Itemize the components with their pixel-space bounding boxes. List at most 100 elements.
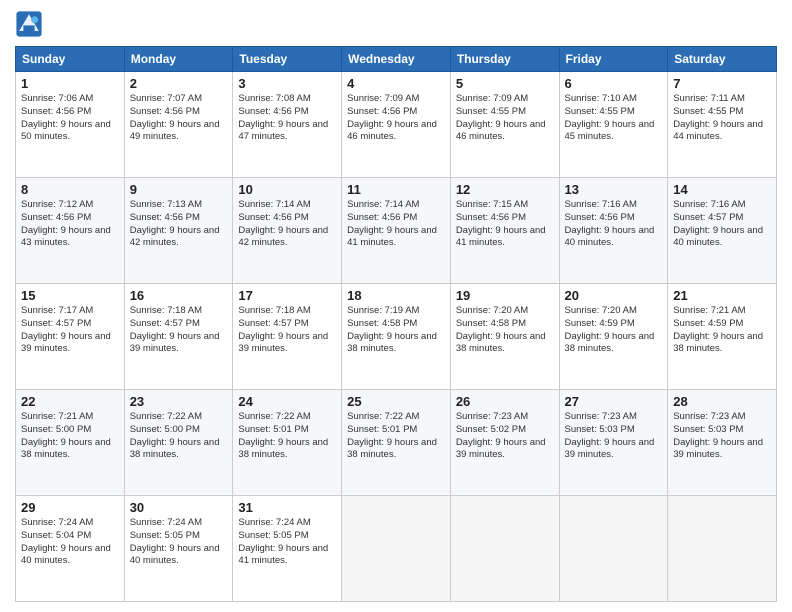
header [15,10,777,38]
calendar-cell: 12 Sunrise: 7:15 AM Sunset: 4:56 PM Dayl… [450,178,559,284]
day-number: 31 [238,500,336,515]
cell-info: Sunrise: 7:21 AM Sunset: 4:59 PM Dayligh… [673,305,771,356]
calendar-cell: 10 Sunrise: 7:14 AM Sunset: 4:56 PM Dayl… [233,178,342,284]
day-number: 21 [673,288,771,303]
cell-info: Sunrise: 7:14 AM Sunset: 4:56 PM Dayligh… [347,199,445,250]
calendar-cell: 29 Sunrise: 7:24 AM Sunset: 5:04 PM Dayl… [16,496,125,602]
calendar-cell: 24 Sunrise: 7:22 AM Sunset: 5:01 PM Dayl… [233,390,342,496]
cell-info: Sunrise: 7:22 AM Sunset: 5:01 PM Dayligh… [238,411,336,462]
day-number: 23 [130,394,228,409]
calendar-cell: 26 Sunrise: 7:23 AM Sunset: 5:02 PM Dayl… [450,390,559,496]
day-number: 10 [238,182,336,197]
day-number: 12 [456,182,554,197]
calendar-cell [450,496,559,602]
calendar-header-row: SundayMondayTuesdayWednesdayThursdayFrid… [16,47,777,72]
calendar-week-row: 15 Sunrise: 7:17 AM Sunset: 4:57 PM Dayl… [16,284,777,390]
calendar-cell: 16 Sunrise: 7:18 AM Sunset: 4:57 PM Dayl… [124,284,233,390]
calendar-week-row: 8 Sunrise: 7:12 AM Sunset: 4:56 PM Dayli… [16,178,777,284]
day-number: 22 [21,394,119,409]
weekday-header-thursday: Thursday [450,47,559,72]
calendar-cell: 14 Sunrise: 7:16 AM Sunset: 4:57 PM Dayl… [668,178,777,284]
calendar-week-row: 29 Sunrise: 7:24 AM Sunset: 5:04 PM Dayl… [16,496,777,602]
day-number: 24 [238,394,336,409]
day-number: 11 [347,182,445,197]
calendar-cell: 31 Sunrise: 7:24 AM Sunset: 5:05 PM Dayl… [233,496,342,602]
calendar-week-row: 22 Sunrise: 7:21 AM Sunset: 5:00 PM Dayl… [16,390,777,496]
day-number: 18 [347,288,445,303]
cell-info: Sunrise: 7:11 AM Sunset: 4:55 PM Dayligh… [673,93,771,144]
cell-info: Sunrise: 7:20 AM Sunset: 4:59 PM Dayligh… [565,305,663,356]
day-number: 28 [673,394,771,409]
calendar-cell: 28 Sunrise: 7:23 AM Sunset: 5:03 PM Dayl… [668,390,777,496]
cell-info: Sunrise: 7:07 AM Sunset: 4:56 PM Dayligh… [130,93,228,144]
calendar-cell [559,496,668,602]
day-number: 1 [21,76,119,91]
weekday-header-saturday: Saturday [668,47,777,72]
calendar-week-row: 1 Sunrise: 7:06 AM Sunset: 4:56 PM Dayli… [16,72,777,178]
cell-info: Sunrise: 7:15 AM Sunset: 4:56 PM Dayligh… [456,199,554,250]
calendar-cell: 5 Sunrise: 7:09 AM Sunset: 4:55 PM Dayli… [450,72,559,178]
day-number: 4 [347,76,445,91]
calendar-cell [342,496,451,602]
calendar-cell: 1 Sunrise: 7:06 AM Sunset: 4:56 PM Dayli… [16,72,125,178]
day-number: 5 [456,76,554,91]
calendar-cell: 13 Sunrise: 7:16 AM Sunset: 4:56 PM Dayl… [559,178,668,284]
cell-info: Sunrise: 7:23 AM Sunset: 5:02 PM Dayligh… [456,411,554,462]
day-number: 20 [565,288,663,303]
calendar-cell: 18 Sunrise: 7:19 AM Sunset: 4:58 PM Dayl… [342,284,451,390]
cell-info: Sunrise: 7:24 AM Sunset: 5:04 PM Dayligh… [21,517,119,568]
day-number: 3 [238,76,336,91]
cell-info: Sunrise: 7:19 AM Sunset: 4:58 PM Dayligh… [347,305,445,356]
cell-info: Sunrise: 7:09 AM Sunset: 4:55 PM Dayligh… [456,93,554,144]
cell-info: Sunrise: 7:06 AM Sunset: 4:56 PM Dayligh… [21,93,119,144]
cell-info: Sunrise: 7:24 AM Sunset: 5:05 PM Dayligh… [130,517,228,568]
calendar-table: SundayMondayTuesdayWednesdayThursdayFrid… [15,46,777,602]
cell-info: Sunrise: 7:20 AM Sunset: 4:58 PM Dayligh… [456,305,554,356]
calendar-cell: 25 Sunrise: 7:22 AM Sunset: 5:01 PM Dayl… [342,390,451,496]
weekday-header-sunday: Sunday [16,47,125,72]
cell-info: Sunrise: 7:21 AM Sunset: 5:00 PM Dayligh… [21,411,119,462]
cell-info: Sunrise: 7:16 AM Sunset: 4:56 PM Dayligh… [565,199,663,250]
cell-info: Sunrise: 7:18 AM Sunset: 4:57 PM Dayligh… [130,305,228,356]
day-number: 19 [456,288,554,303]
day-number: 30 [130,500,228,515]
logo-icon [15,10,43,38]
weekday-header-friday: Friday [559,47,668,72]
day-number: 26 [456,394,554,409]
day-number: 8 [21,182,119,197]
day-number: 13 [565,182,663,197]
day-number: 27 [565,394,663,409]
calendar-cell: 23 Sunrise: 7:22 AM Sunset: 5:00 PM Dayl… [124,390,233,496]
calendar-cell: 20 Sunrise: 7:20 AM Sunset: 4:59 PM Dayl… [559,284,668,390]
calendar-cell: 4 Sunrise: 7:09 AM Sunset: 4:56 PM Dayli… [342,72,451,178]
calendar-body: 1 Sunrise: 7:06 AM Sunset: 4:56 PM Dayli… [16,72,777,602]
calendar-cell: 19 Sunrise: 7:20 AM Sunset: 4:58 PM Dayl… [450,284,559,390]
calendar-cell: 22 Sunrise: 7:21 AM Sunset: 5:00 PM Dayl… [16,390,125,496]
cell-info: Sunrise: 7:22 AM Sunset: 5:00 PM Dayligh… [130,411,228,462]
page-container: SundayMondayTuesdayWednesdayThursdayFrid… [0,0,792,612]
calendar-cell: 2 Sunrise: 7:07 AM Sunset: 4:56 PM Dayli… [124,72,233,178]
cell-info: Sunrise: 7:23 AM Sunset: 5:03 PM Dayligh… [565,411,663,462]
day-number: 16 [130,288,228,303]
cell-info: Sunrise: 7:14 AM Sunset: 4:56 PM Dayligh… [238,199,336,250]
day-number: 17 [238,288,336,303]
day-number: 14 [673,182,771,197]
calendar-cell: 6 Sunrise: 7:10 AM Sunset: 4:55 PM Dayli… [559,72,668,178]
cell-info: Sunrise: 7:17 AM Sunset: 4:57 PM Dayligh… [21,305,119,356]
cell-info: Sunrise: 7:13 AM Sunset: 4:56 PM Dayligh… [130,199,228,250]
calendar-cell: 7 Sunrise: 7:11 AM Sunset: 4:55 PM Dayli… [668,72,777,178]
calendar-cell [668,496,777,602]
calendar-cell: 11 Sunrise: 7:14 AM Sunset: 4:56 PM Dayl… [342,178,451,284]
cell-info: Sunrise: 7:09 AM Sunset: 4:56 PM Dayligh… [347,93,445,144]
weekday-header-monday: Monday [124,47,233,72]
logo [15,10,47,38]
cell-info: Sunrise: 7:10 AM Sunset: 4:55 PM Dayligh… [565,93,663,144]
day-number: 15 [21,288,119,303]
cell-info: Sunrise: 7:22 AM Sunset: 5:01 PM Dayligh… [347,411,445,462]
calendar-cell: 21 Sunrise: 7:21 AM Sunset: 4:59 PM Dayl… [668,284,777,390]
cell-info: Sunrise: 7:16 AM Sunset: 4:57 PM Dayligh… [673,199,771,250]
cell-info: Sunrise: 7:12 AM Sunset: 4:56 PM Dayligh… [21,199,119,250]
calendar-cell: 27 Sunrise: 7:23 AM Sunset: 5:03 PM Dayl… [559,390,668,496]
weekday-header-wednesday: Wednesday [342,47,451,72]
day-number: 2 [130,76,228,91]
